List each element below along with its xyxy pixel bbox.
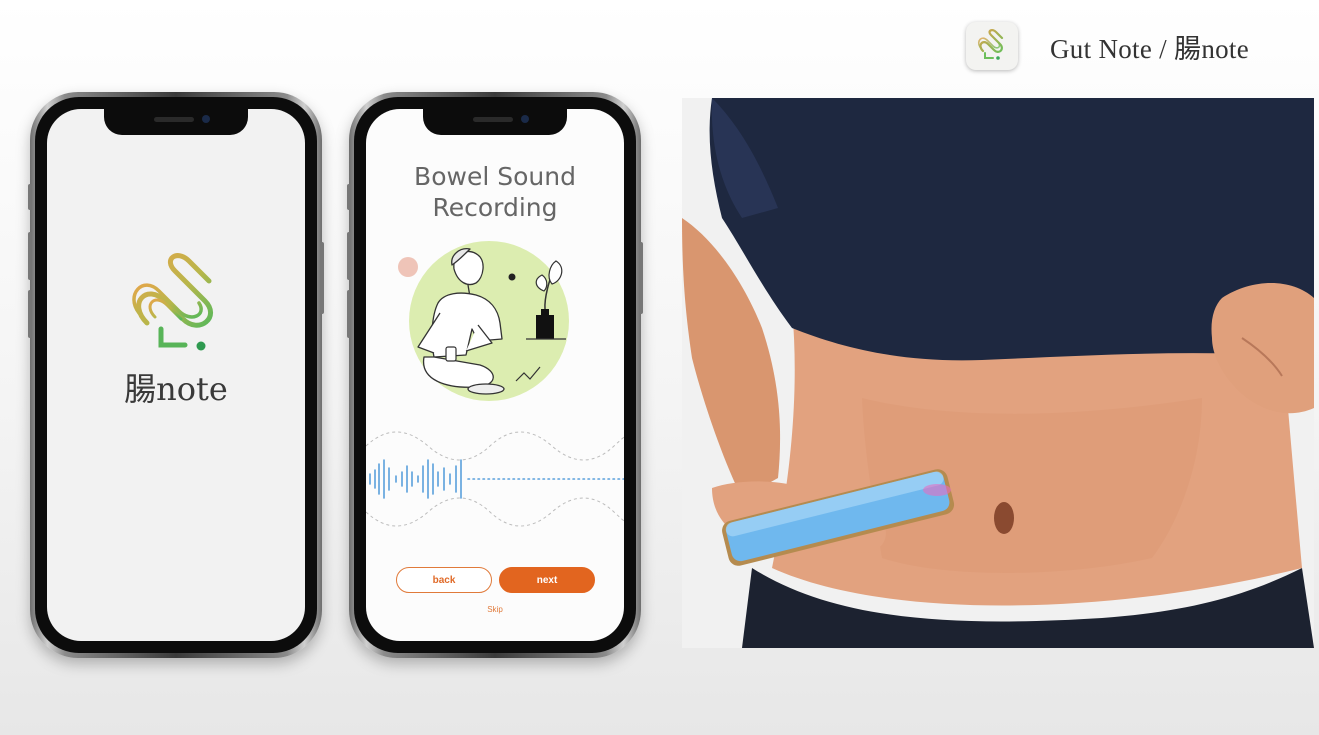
audio-waveform-icon (366, 424, 624, 539)
recording-title-line2: Recording (432, 193, 558, 222)
notch (104, 109, 248, 135)
phone-recording: Bowel Sound Recording back next Skip (347, 92, 643, 658)
person-recording-abdomen-illustration (394, 239, 594, 414)
recording-title: Bowel Sound Recording (366, 161, 624, 223)
gut-spiral-logo-icon (966, 22, 1018, 70)
recording-title-line1: Bowel Sound (414, 162, 576, 191)
gut-spiral-logo-icon (125, 245, 225, 362)
phone-splash: 腸note (28, 92, 324, 658)
splash-screen: 腸note (47, 109, 305, 641)
next-button[interactable]: next (499, 567, 595, 593)
back-button[interactable]: back (396, 567, 492, 593)
notch (423, 109, 567, 135)
phone-on-abdomen-photo (682, 98, 1314, 648)
brand-title: Gut Note / 腸note (1050, 33, 1250, 64)
brand-header: Gut Note / 腸note (966, 22, 1249, 70)
splash-app-name: 腸note (124, 370, 228, 408)
recording-screen: Bowel Sound Recording back next Skip (366, 109, 624, 641)
skip-link[interactable]: Skip (366, 605, 624, 614)
